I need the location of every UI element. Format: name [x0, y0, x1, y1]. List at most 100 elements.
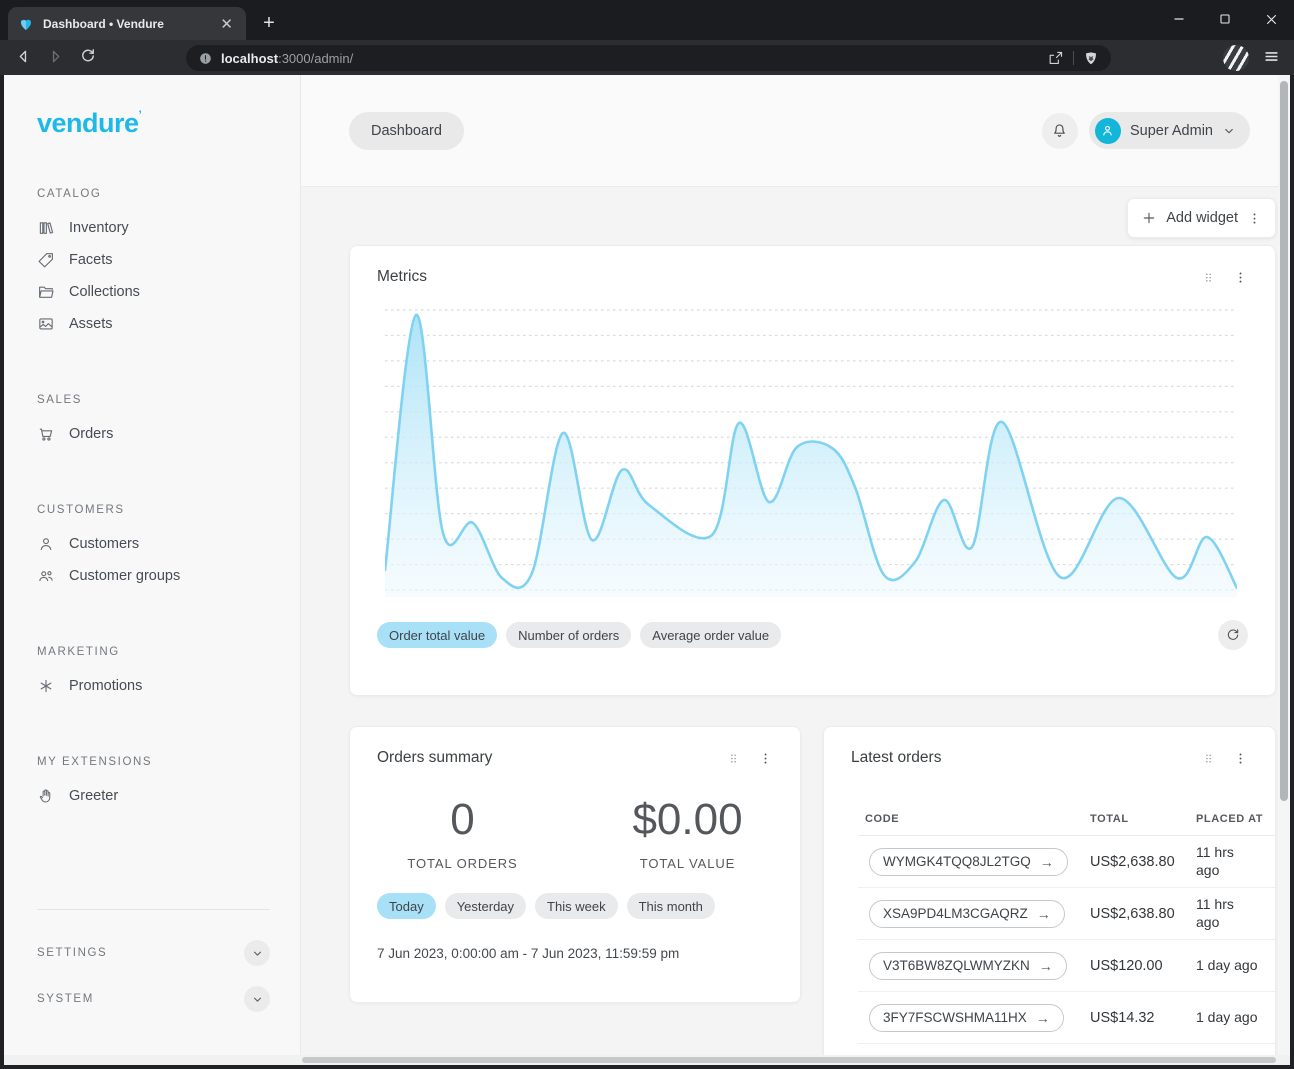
filter-this-month[interactable]: This month — [627, 893, 715, 919]
sidebar-item-facets[interactable]: Facets — [37, 244, 300, 276]
chevron-down-icon[interactable] — [244, 940, 270, 966]
notifications-button[interactable] — [1042, 113, 1078, 149]
chevron-down-icon — [1222, 124, 1236, 138]
menu-icon[interactable] — [1262, 47, 1281, 71]
add-widget-button[interactable]: Add widget — [1127, 198, 1276, 238]
sidebar-section-system[interactable]: SYSTEM — [37, 986, 270, 1012]
bell-icon — [1050, 121, 1069, 140]
vendure-admin-app: vendure’ CATALOG Inventory Facets Collec… — [4, 75, 1290, 1065]
url-bar[interactable]: localhost:3000/admin/ — [186, 45, 1111, 71]
tab-number-of-orders[interactable]: Number of orders — [506, 622, 631, 648]
order-code-link[interactable]: WYMGK4TQQ8JL2TGQ→ — [869, 848, 1068, 876]
widget-title: Latest orders — [851, 749, 941, 767]
order-placed-at: 1 day ago — [1196, 957, 1258, 975]
browser-tab[interactable]: Dashboard • Vendure ✕ — [8, 7, 246, 40]
filter-yesterday[interactable]: Yesterday — [445, 893, 526, 919]
chevron-down-icon[interactable] — [244, 986, 270, 1012]
order-total: US$2,638.80 — [1090, 854, 1196, 870]
horizontal-scrollbar[interactable] — [4, 1055, 1290, 1065]
drag-handle-icon[interactable] — [727, 751, 740, 766]
table-row: WYMGK4TQQ8JL2TGQ→ US$2,638.80 11 hrs ago — [858, 836, 1276, 888]
back-icon[interactable] — [14, 47, 33, 71]
browser-window: Dashboard • Vendure ✕ + localhost:3000/a… — [0, 0, 1294, 1069]
kebab-menu-icon[interactable] — [1233, 751, 1248, 766]
brave-shield-icon[interactable] — [1083, 50, 1099, 67]
order-code-link[interactable]: 3FY7FSCWSHMA11HX→ — [869, 1004, 1064, 1032]
sidebar-item-greeter[interactable]: Greeter — [37, 780, 300, 812]
toolbar-divider — [1073, 51, 1074, 65]
order-code-link[interactable]: XSA9PD4LM3CGAQRZ→ — [869, 900, 1065, 928]
user-menu[interactable]: Super Admin — [1089, 112, 1250, 149]
sidebar-item-inventory[interactable]: Inventory — [37, 212, 300, 244]
kebab-menu-icon[interactable] — [1247, 211, 1262, 226]
order-placed-at: 11 hrs ago — [1196, 844, 1248, 879]
section-label-catalog: CATALOG — [37, 188, 300, 200]
drag-handle-icon[interactable] — [1202, 270, 1215, 285]
vendure-logo[interactable]: vendure’ — [37, 108, 300, 139]
scrollbar-thumb[interactable] — [1280, 81, 1288, 801]
total-orders-label: TOTAL ORDERS — [407, 856, 517, 871]
tab-title: Dashboard • Vendure — [43, 17, 208, 31]
user-name: Super Admin — [1130, 123, 1213, 139]
share-icon[interactable] — [1047, 50, 1064, 67]
order-total: US$2,638.80 — [1090, 906, 1196, 922]
refresh-icon — [1225, 627, 1241, 643]
close-button[interactable] — [1248, 0, 1294, 38]
sidebar-item-label: Greeter — [69, 788, 118, 804]
sidebar-item-customer-groups[interactable]: Customer groups — [37, 560, 300, 592]
vendure-favicon-icon — [18, 16, 34, 32]
info-icon[interactable] — [198, 51, 213, 66]
tab-strip: Dashboard • Vendure ✕ + — [0, 0, 1294, 40]
sidebar-item-assets[interactable]: Assets — [37, 308, 300, 340]
logo-trademark: ’ — [139, 108, 142, 122]
arrow-right-icon: → — [1040, 854, 1054, 870]
sidebar-item-customers[interactable]: Customers — [37, 528, 300, 560]
latest-orders-widget: Latest orders CODE TOTAL PLACED AT — [823, 726, 1276, 1065]
filter-this-week[interactable]: This week — [535, 893, 618, 919]
date-range: 7 Jun 2023, 0:00:00 am - 7 Jun 2023, 11:… — [377, 946, 800, 961]
maximize-button[interactable] — [1202, 0, 1248, 38]
reload-icon[interactable] — [79, 47, 97, 70]
order-total: US$120.00 — [1090, 958, 1196, 974]
minimize-button[interactable] — [1156, 0, 1202, 38]
section-label-system: SYSTEM — [37, 993, 94, 1005]
total-value-value: $0.00 — [632, 795, 742, 845]
widget-title: Metrics — [377, 268, 427, 286]
sidebar-divider — [37, 909, 270, 910]
cart-icon — [37, 425, 55, 443]
orders-summary-widget: Orders summary 0 TOTAL ORDERS — [349, 726, 801, 1003]
filter-today[interactable]: Today — [377, 893, 436, 919]
section-label-customers: CUSTOMERS — [37, 504, 300, 516]
sidebar-item-label: Assets — [69, 316, 113, 332]
new-tab-button[interactable]: + — [256, 10, 282, 36]
users-icon — [37, 567, 55, 585]
kebab-menu-icon[interactable] — [1233, 270, 1248, 285]
vertical-scrollbar[interactable] — [1278, 75, 1290, 1055]
url-text: localhost:3000/admin/ — [221, 51, 353, 66]
kebab-menu-icon[interactable] — [758, 751, 773, 766]
drag-handle-icon[interactable] — [1202, 751, 1215, 766]
arrow-right-icon: → — [1036, 1010, 1050, 1026]
tab-order-total-value[interactable]: Order total value — [377, 622, 497, 648]
refresh-button[interactable] — [1218, 620, 1248, 650]
forward-icon[interactable] — [46, 47, 65, 71]
table-row: 3FY7FSCWSHMA11HX→ US$14.32 1 day ago — [858, 992, 1276, 1044]
scrollbar-thumb[interactable] — [302, 1057, 1276, 1063]
sidebar-section-settings[interactable]: SETTINGS — [37, 940, 270, 966]
sidebar-item-orders[interactable]: Orders — [37, 418, 300, 450]
arrow-right-icon: → — [1037, 906, 1051, 922]
sidebar: vendure’ CATALOG Inventory Facets Collec… — [4, 75, 301, 1065]
sidebar-item-label: Promotions — [69, 678, 142, 694]
tab-average-order-value[interactable]: Average order value — [640, 622, 781, 648]
breadcrumb[interactable]: Dashboard — [349, 112, 464, 150]
latest-orders-table: CODE TOTAL PLACED AT WYMGK4TQQ8JL2TGQ→ U… — [858, 803, 1275, 1044]
asterisk-icon — [37, 677, 55, 695]
sidebar-item-label: Customers — [69, 536, 139, 552]
profile-avatar[interactable] — [1223, 45, 1249, 71]
sidebar-item-collections[interactable]: Collections — [37, 276, 300, 308]
tab-close-icon[interactable]: ✕ — [217, 15, 236, 33]
sidebar-item-promotions[interactable]: Promotions — [37, 670, 300, 702]
folder-icon — [37, 283, 55, 301]
order-code-link[interactable]: V3T6BW8ZQLWMYZKN→ — [869, 952, 1067, 980]
sidebar-item-label: Orders — [69, 426, 113, 442]
